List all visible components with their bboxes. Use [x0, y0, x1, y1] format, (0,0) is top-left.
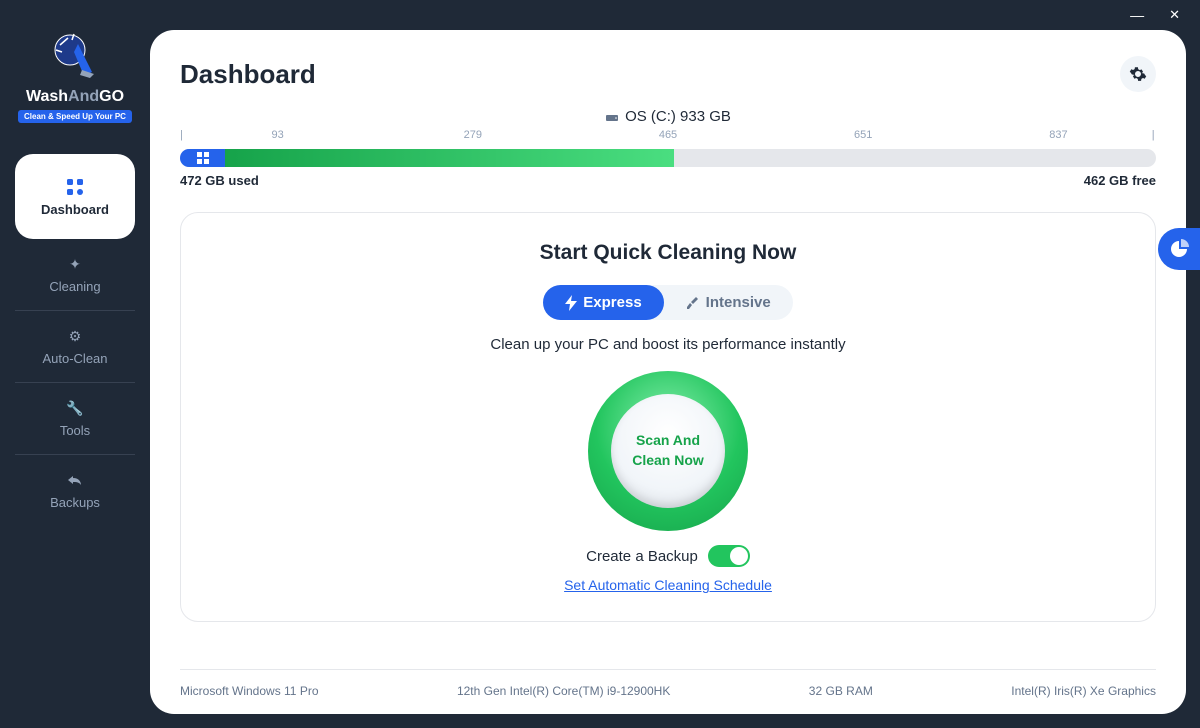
scan-clean-button[interactable]: Scan And Clean Now — [588, 371, 748, 531]
windows-icon — [197, 152, 209, 164]
disk-free-label: 462 GB free — [1084, 173, 1156, 188]
nav-cleaning[interactable]: ✦ Cleaning — [15, 239, 135, 311]
nav-label: Backups — [15, 495, 135, 510]
quick-clean-card: Start Quick Cleaning Now Express Intensi… — [180, 212, 1156, 622]
nav-label: Auto-Clean — [15, 351, 135, 366]
bolt-icon — [565, 295, 577, 311]
tab-express[interactable]: Express — [543, 285, 663, 320]
dashboard-icon — [15, 176, 135, 198]
disk-ruler: | 93 279 465 651 837 | — [180, 129, 1156, 149]
gear-icon: ⚙ — [15, 325, 135, 347]
sidebar: WashAndGO Clean & Speed Up Your PC Dashb… — [0, 0, 150, 728]
pie-chart-icon — [1169, 239, 1189, 259]
footer-ram: 32 GB RAM — [809, 684, 873, 698]
mode-segment: Express Intensive — [543, 285, 792, 320]
nav-dashboard[interactable]: Dashboard — [15, 154, 135, 239]
minimize-button[interactable]: — — [1130, 7, 1144, 23]
footer-os: Microsoft Windows 11 Pro — [180, 684, 319, 698]
schedule-link[interactable]: Set Automatic Cleaning Schedule — [564, 577, 772, 593]
os-segment — [180, 149, 225, 167]
brand-tagline: Clean & Speed Up Your PC — [18, 110, 132, 123]
backup-label: Create a Backup — [586, 548, 698, 565]
nav-auto-clean[interactable]: ⚙ Auto-Clean — [15, 311, 135, 383]
close-button[interactable]: ✕ — [1169, 7, 1180, 23]
nav-label: Dashboard — [15, 202, 135, 217]
stats-fab[interactable] — [1158, 228, 1200, 270]
nav-label: Cleaning — [15, 279, 135, 294]
broom-icon — [686, 296, 700, 310]
undo-icon — [15, 469, 135, 491]
backup-toggle[interactable] — [708, 545, 750, 567]
disk-usage-bar — [180, 149, 1156, 167]
app-logo-icon — [49, 30, 101, 80]
used-segment — [225, 149, 674, 167]
sparkle-icon: ✦ — [15, 253, 135, 275]
footer-cpu: 12th Gen Intel(R) Core(TM) i9-12900HK — [457, 684, 670, 698]
settings-button[interactable] — [1120, 56, 1156, 92]
card-description: Clean up your PC and boost its performan… — [211, 336, 1125, 353]
main-panel: Dashboard OS (C:) 933 GB | 93 279 465 65… — [150, 30, 1186, 714]
nav-tools[interactable]: 🔧 Tools — [15, 383, 135, 455]
drive-icon — [605, 111, 619, 123]
wrench-icon: 🔧 — [15, 397, 135, 419]
nav-label: Tools — [15, 423, 135, 438]
disk-label: OS (C:) 933 GB — [180, 108, 1156, 125]
scan-button-label: Scan And Clean Now — [611, 394, 725, 508]
system-info-footer: Microsoft Windows 11 Pro 12th Gen Intel(… — [180, 669, 1156, 698]
page-title: Dashboard — [180, 59, 316, 90]
disk-used-label: 472 GB used — [180, 173, 259, 188]
gear-icon — [1129, 65, 1147, 83]
card-heading: Start Quick Cleaning Now — [211, 241, 1125, 265]
nav-backups[interactable]: Backups — [15, 455, 135, 526]
tab-intensive[interactable]: Intensive — [664, 285, 793, 320]
brand-name: WashAndGO — [0, 88, 150, 106]
footer-gpu: Intel(R) Iris(R) Xe Graphics — [1011, 684, 1156, 698]
